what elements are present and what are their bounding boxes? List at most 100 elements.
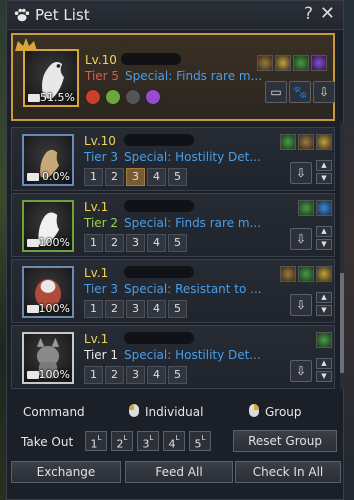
- pet-level: Lv.1: [84, 200, 109, 214]
- skill-icons: [280, 266, 332, 282]
- ticket-icon: [28, 94, 40, 102]
- move-down-button[interactable]: ▼: [316, 305, 332, 316]
- level-button[interactable]: 3: [126, 366, 145, 384]
- check-in-button[interactable]: ⇩: [290, 228, 312, 250]
- level-selector: 1 2 3 4 5: [84, 168, 187, 186]
- skill-icons: [298, 200, 332, 216]
- level-button[interactable]: 1: [84, 366, 103, 384]
- take-out-slot-5[interactable]: 5L: [189, 431, 211, 451]
- level-button[interactable]: 2: [105, 300, 124, 318]
- help-button[interactable]: ?: [304, 4, 313, 24]
- pet-portrait[interactable]: 51.5%: [23, 49, 79, 107]
- check-in-button[interactable]: ⇩: [290, 162, 312, 184]
- check-in-button[interactable]: ⇩: [313, 81, 335, 103]
- skill-icon: [275, 55, 291, 71]
- level-button[interactable]: 5: [168, 168, 187, 186]
- reset-group-button[interactable]: Reset Group: [233, 430, 337, 452]
- scroll-thumb[interactable]: [340, 273, 344, 373]
- take-out-slot-1[interactable]: 1L: [85, 431, 107, 451]
- move-up-button[interactable]: ▲: [316, 292, 332, 303]
- level-button[interactable]: 2: [105, 366, 124, 384]
- take-out-slot-2[interactable]: 2L: [111, 431, 133, 451]
- pet-level: Lv.10: [84, 134, 116, 148]
- move-down-button[interactable]: ▼: [316, 239, 332, 250]
- title-bar[interactable]: Pet List ? ✕: [7, 1, 343, 30]
- skill-icon: [280, 134, 296, 150]
- skill-icon: [293, 55, 309, 71]
- pet-percent: 100%: [38, 302, 70, 315]
- pet-special: Special: Hostility Det...: [124, 348, 261, 362]
- pet-name-redacted: [124, 200, 194, 212]
- pet-card[interactable]: 0.0% Lv.10 Tier 3 Special: Hostility Det…: [11, 127, 335, 191]
- pet-card[interactable]: 100% Lv.1 Tier 3 Special: Resistant to .…: [11, 259, 335, 323]
- pet-card[interactable]: 100% Lv.1 Tier 1 Special: Hostility Det.…: [11, 325, 335, 389]
- pet-special: Special: Finds rare m...: [124, 216, 262, 230]
- level-button[interactable]: 4: [147, 300, 166, 318]
- level-button[interactable]: 5: [168, 366, 187, 384]
- skill-icon: [311, 55, 327, 71]
- move-down-button[interactable]: ▼: [316, 173, 332, 184]
- skill-icon: [298, 200, 314, 216]
- ticket-icon: [27, 305, 39, 313]
- group-label: Group: [265, 405, 302, 419]
- move-up-button[interactable]: ▲: [316, 226, 332, 237]
- take-out-slot-4[interactable]: 4L: [163, 431, 185, 451]
- hunt-trait-icon: [85, 89, 101, 105]
- pet-portrait[interactable]: 0.0%: [22, 134, 74, 186]
- mouse-left-icon: [129, 404, 139, 417]
- pet-card[interactable]: 51.5% Lv.10 Tier 5 Special: Finds rare m…: [11, 33, 335, 121]
- check-in-button[interactable]: ⇩: [290, 294, 312, 316]
- pet-name-redacted: [124, 266, 194, 278]
- check-in-all-button[interactable]: Check In All: [235, 461, 341, 483]
- level-selector: 1 2 3 4 5: [84, 300, 187, 318]
- level-button[interactable]: 4: [147, 168, 166, 186]
- level-button[interactable]: 2: [105, 234, 124, 252]
- level-button[interactable]: 1: [84, 300, 103, 318]
- level-button[interactable]: 5: [168, 234, 187, 252]
- move-up-button[interactable]: ▲: [316, 160, 332, 171]
- level-button[interactable]: 5: [168, 300, 187, 318]
- pet-level: Lv.10: [85, 53, 117, 67]
- skill-icon: [316, 134, 332, 150]
- pet-tier: Tier 5: [85, 69, 120, 83]
- pet-name-redacted: [124, 332, 194, 344]
- move-down-button[interactable]: ▼: [316, 371, 332, 382]
- level-button[interactable]: 3: [126, 168, 145, 186]
- scrollbar[interactable]: [340, 123, 344, 389]
- level-button[interactable]: 4: [147, 366, 166, 384]
- level-button[interactable]: 2: [105, 168, 124, 186]
- exchange-button[interactable]: Exchange: [11, 461, 121, 483]
- window-title: Pet List: [35, 6, 90, 24]
- paw-button[interactable]: 🐾: [289, 81, 311, 103]
- pet-tier: Tier 3: [84, 150, 119, 164]
- move-up-button[interactable]: ▲: [316, 358, 332, 369]
- pet-percent: 100%: [38, 368, 70, 381]
- level-button[interactable]: 1: [84, 168, 103, 186]
- pet-name-redacted: [121, 53, 181, 65]
- level-button[interactable]: 3: [126, 300, 145, 318]
- pet-percent: 51.5%: [40, 91, 75, 104]
- pet-level: Lv.1: [84, 332, 109, 346]
- take-out-slot-3[interactable]: 3L: [137, 431, 159, 451]
- take-out-label: Take Out: [21, 435, 74, 449]
- pet-portrait[interactable]: 100%: [22, 200, 74, 252]
- level-button[interactable]: 4: [147, 234, 166, 252]
- level-button[interactable]: 1: [84, 234, 103, 252]
- gather-trait-icon: [105, 89, 121, 105]
- pet-portrait[interactable]: 100%: [22, 332, 74, 384]
- skill-icons: [280, 134, 332, 150]
- feed-all-button[interactable]: Feed All: [125, 461, 233, 483]
- skill-icon: [298, 134, 314, 150]
- paw-icon: [14, 8, 30, 22]
- individual-label: Individual: [145, 405, 204, 419]
- ticket-icon: [27, 239, 39, 247]
- pet-tier: Tier 2: [84, 216, 119, 230]
- check-in-button[interactable]: ⇩: [290, 360, 312, 382]
- pet-portrait[interactable]: 100%: [22, 266, 74, 318]
- level-button[interactable]: 3: [126, 234, 145, 252]
- close-button[interactable]: ✕: [320, 3, 335, 24]
- command-label: Command: [23, 405, 85, 419]
- skill-icons: [257, 55, 327, 71]
- feed-button[interactable]: ▭: [265, 81, 287, 103]
- pet-card[interactable]: 100% Lv.1 Tier 2 Special: Finds rare m..…: [11, 193, 335, 257]
